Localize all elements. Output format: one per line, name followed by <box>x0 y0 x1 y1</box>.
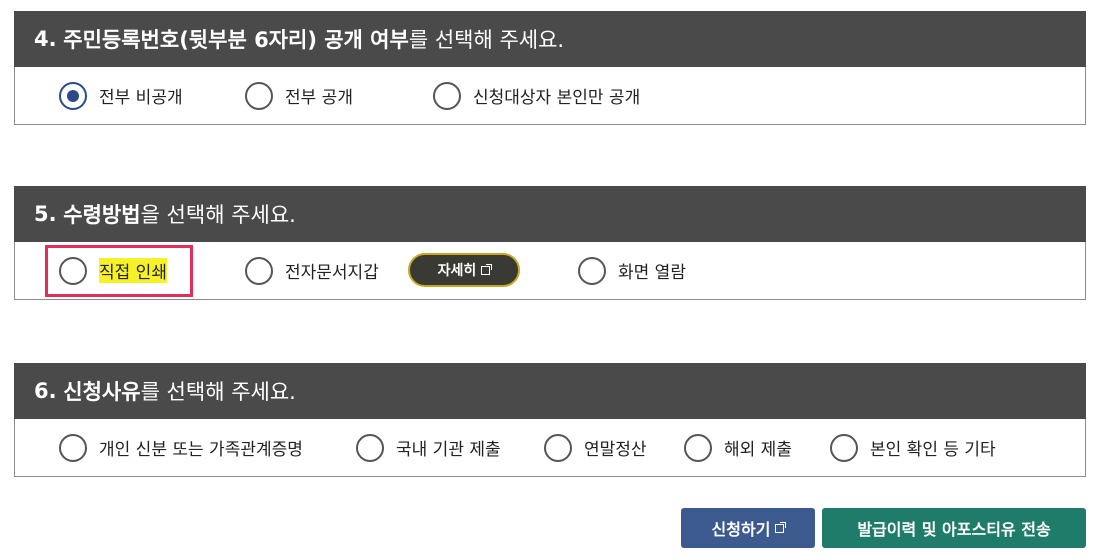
option-label: 국내 기관 제출 <box>396 440 501 460</box>
radio-button[interactable] <box>433 81 461 110</box>
radio-option-all-private[interactable]: 전부 비공개 <box>59 67 183 124</box>
apply-button[interactable]: 신청하기 <box>681 508 815 548</box>
external-link-icon <box>481 263 493 275</box>
section-5-title-rest: 을 선택해 주세요. <box>140 203 296 227</box>
radio-button[interactable] <box>544 433 572 462</box>
radio-button[interactable] <box>59 433 87 462</box>
option-label: 개인 신분 또는 가족관계증명 <box>99 440 303 460</box>
option-label: 신청대상자 본인만 공개 <box>473 88 641 108</box>
section-4: 4. 주민등록번호(뒷부분 6자리) 공개 여부 를 선택해 주세요. 전부 비공… <box>14 11 1086 125</box>
external-link-icon <box>775 521 787 533</box>
radio-button[interactable] <box>59 81 87 110</box>
section-5-header: 5. 수령방법 을 선택해 주세요. <box>14 186 1086 242</box>
section-5-number: 5. <box>34 202 57 226</box>
option-label: 해외 제출 <box>724 440 792 460</box>
option-label: 전자문서지갑 <box>285 263 379 283</box>
section-4-header: 4. 주민등록번호(뒷부분 6자리) 공개 여부 를 선택해 주세요. <box>14 11 1086 67</box>
option-label: 전부 공개 <box>285 88 353 108</box>
radio-option-e-wallet[interactable]: 전자문서지갑 <box>245 242 379 299</box>
radio-button[interactable] <box>59 256 87 285</box>
radio-option-year-end-tax[interactable]: 연말정산 <box>544 419 647 476</box>
section-4-number: 4. <box>34 27 57 51</box>
radio-option-self-only[interactable]: 신청대상자 본인만 공개 <box>433 67 640 124</box>
section-6-options: 개인 신분 또는 가족관계증명 국내 기관 제출 연말정산 해외 제출 본인 확… <box>14 419 1086 477</box>
section-5: 5. 수령방법 을 선택해 주세요. 직접 인쇄 전자문서지갑 자세히 화면 열람 <box>14 186 1086 300</box>
option-label: 전부 비공개 <box>99 88 183 108</box>
section-4-options: 전부 비공개 전부 공개 신청대상자 본인만 공개 <box>14 67 1086 125</box>
detail-button[interactable]: 자세히 <box>408 253 520 287</box>
radio-option-other[interactable]: 본인 확인 등 기타 <box>830 419 996 476</box>
section-5-title-bold: 수령방법 <box>63 203 141 227</box>
section-6: 6. 신청사유 를 선택해 주세요. 개인 신분 또는 가족관계증명 국내 기관 … <box>14 363 1086 477</box>
apply-button-label: 신청하기 <box>711 520 771 539</box>
issue-history-button-label: 발급이력 및 아포스티유 전송 <box>857 520 1051 539</box>
option-label: 본인 확인 등 기타 <box>870 440 996 460</box>
section-5-options: 직접 인쇄 전자문서지갑 자세히 화면 열람 <box>14 242 1086 300</box>
radio-button[interactable] <box>830 433 858 462</box>
radio-button[interactable] <box>356 433 384 462</box>
radio-option-identity-family[interactable]: 개인 신분 또는 가족관계증명 <box>59 419 303 476</box>
radio-option-domestic-agency[interactable]: 국내 기관 제출 <box>356 419 501 476</box>
detail-button-label: 자세히 <box>437 263 477 279</box>
radio-option-overseas[interactable]: 해외 제출 <box>684 419 792 476</box>
radio-option-direct-print[interactable]: 직접 인쇄 <box>59 242 167 299</box>
radio-option-all-public[interactable]: 전부 공개 <box>245 67 353 124</box>
section-4-title-bold: 주민등록번호(뒷부분 6자리) 공개 여부 <box>63 28 409 52</box>
radio-button[interactable] <box>578 256 606 285</box>
option-label: 직접 인쇄 <box>99 258 167 283</box>
section-6-header: 6. 신청사유 를 선택해 주세요. <box>14 363 1086 419</box>
section-6-number: 6. <box>34 379 57 403</box>
section-6-title-bold: 신청사유 <box>63 380 141 404</box>
option-label: 화면 열람 <box>618 263 686 283</box>
option-label: 연말정산 <box>584 440 647 460</box>
section-6-title-rest: 를 선택해 주세요. <box>140 380 296 404</box>
radio-option-screen-view[interactable]: 화면 열람 <box>578 242 686 299</box>
radio-button[interactable] <box>684 433 712 462</box>
issue-history-apostille-button[interactable]: 발급이력 및 아포스티유 전송 <box>822 508 1086 548</box>
section-4-title-rest: 를 선택해 주세요. <box>408 28 565 52</box>
radio-button[interactable] <box>245 256 273 285</box>
radio-button[interactable] <box>245 81 273 110</box>
